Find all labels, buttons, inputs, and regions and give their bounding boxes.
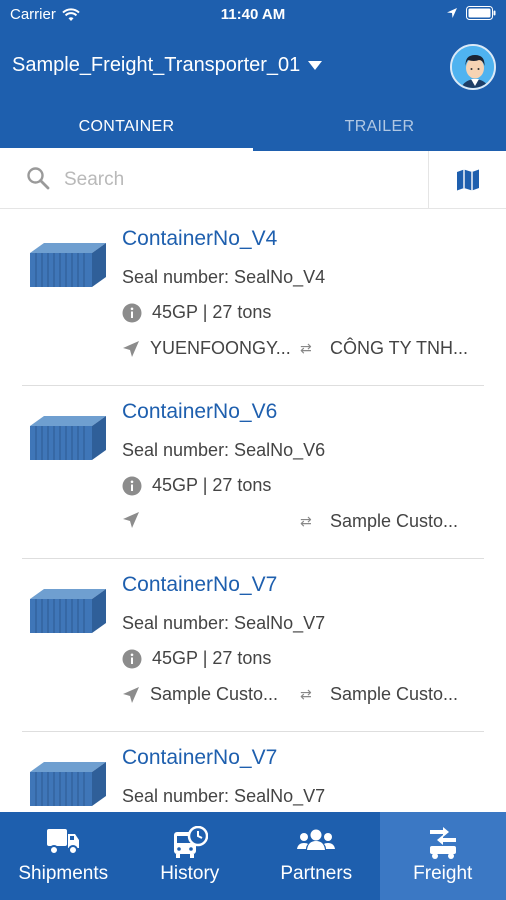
route-origin (122, 511, 150, 529)
search-input[interactable] (64, 163, 414, 197)
container-type-weight: 45GP | 27 tons (152, 648, 272, 668)
nav-shipments[interactable]: Shipments (0, 812, 127, 900)
tab-container[interactable]: CONTAINER (0, 106, 253, 151)
seal-number: Seal number: SealNo_V7 (122, 613, 326, 633)
nav-label: History (160, 863, 220, 884)
transporter-selector[interactable]: Sample_Freight_Transporter_01 (12, 54, 323, 77)
seal-number: Seal number: SealNo_V7 (122, 786, 326, 806)
status-bar: Carrier 11:40 AM (0, 0, 506, 30)
info-icon (122, 649, 142, 668)
nav-label: Freight (413, 863, 473, 884)
destination-name: CÔNG TY TNH... (330, 338, 469, 358)
caret-down-icon (308, 61, 323, 70)
container-spec: 45GP | 27 tons (122, 302, 271, 323)
container-type-weight: 45GP | 27 tons (152, 475, 272, 495)
shipping-container-icon (30, 243, 106, 287)
navigation-arrow-icon (123, 512, 139, 528)
route-origin: Sample Custo... (122, 684, 278, 705)
swap-arrows-icon: ⇄ (300, 340, 312, 356)
container-list-item[interactable]: ContainerNo_V4 Seal number: SealNo_V4 45… (0, 213, 506, 386)
battery-icon (466, 6, 496, 20)
transporter-name: Sample_Freight_Transporter_01 (12, 54, 301, 76)
container-list-item[interactable]: ContainerNo_V6 Seal number: SealNo_V6 45… (0, 386, 506, 559)
container-list: ContainerNo_V4 Seal number: SealNo_V4 45… (0, 213, 506, 813)
location-arrow-icon (447, 8, 457, 18)
truck-icon (47, 829, 80, 855)
nav-label: Partners (280, 863, 353, 884)
partners-group-icon (297, 829, 336, 850)
destination-name: Sample Custo... (330, 511, 459, 531)
seal-number: Seal number: SealNo_V4 (122, 267, 326, 287)
bottom-tab-bar: Shipments History Partners Freight (0, 812, 506, 900)
origin-name: YUENFOONGY... (150, 338, 291, 358)
freight-icon (429, 827, 456, 859)
container-list-item[interactable]: ContainerNo_V7 Seal number: SealNo_V7 45… (0, 559, 506, 732)
nav-history[interactable]: History (127, 812, 254, 900)
avatar-face-icon (452, 46, 494, 88)
route-info: YUENFOONGY... ⇄ CÔNG TY TNH... (122, 338, 484, 362)
container-spec: 45GP | 27 tons (122, 475, 271, 496)
swap-arrows-icon: ⇄ (300, 686, 312, 702)
map-button[interactable] (428, 151, 506, 209)
status-right (446, 6, 496, 20)
nav-partners[interactable]: Partners (253, 812, 380, 900)
user-avatar[interactable] (450, 44, 496, 90)
swap-arrows-icon: ⇄ (300, 513, 312, 529)
route-origin: YUENFOONGY... (122, 338, 291, 359)
nav-freight[interactable]: Freight (379, 812, 506, 900)
info-icon (122, 303, 142, 322)
container-number: ContainerNo_V7 (122, 746, 278, 769)
route-info: Sample Custo... ⇄ Sample Custo... (122, 684, 484, 708)
seal-number: Seal number: SealNo_V6 (122, 440, 326, 460)
app-header: Sample_Freight_Transporter_01 (0, 30, 506, 106)
search-bar (0, 151, 506, 209)
container-list-item[interactable]: ContainerNo_V7 Seal number: SealNo_V7 (0, 732, 506, 813)
origin-name: Sample Custo... (150, 684, 279, 704)
container-spec: 45GP | 27 tons (122, 648, 271, 669)
shipping-container-icon (30, 589, 106, 633)
segment-tabs: CONTAINER TRAILER (0, 106, 506, 151)
container-type-weight: 45GP | 27 tons (152, 302, 272, 322)
search-icon (27, 167, 50, 190)
route-info: ⇄ Sample Custo... (122, 511, 484, 535)
container-number: ContainerNo_V4 (122, 227, 278, 250)
container-number: ContainerNo_V7 (122, 573, 278, 596)
info-icon (122, 476, 142, 495)
nav-label: Shipments (18, 863, 109, 884)
shipping-container-icon (30, 416, 106, 460)
container-number: ContainerNo_V6 (122, 400, 278, 423)
map-icon (456, 169, 479, 191)
navigation-arrow-icon (123, 686, 139, 703)
status-time: 11:40 AM (220, 6, 286, 23)
tab-trailer[interactable]: TRAILER (253, 106, 506, 151)
shipping-container-icon (30, 762, 106, 806)
destination-name: Sample Custo... (330, 684, 459, 704)
navigation-arrow-icon (123, 340, 139, 357)
history-bus-icon (173, 826, 208, 858)
